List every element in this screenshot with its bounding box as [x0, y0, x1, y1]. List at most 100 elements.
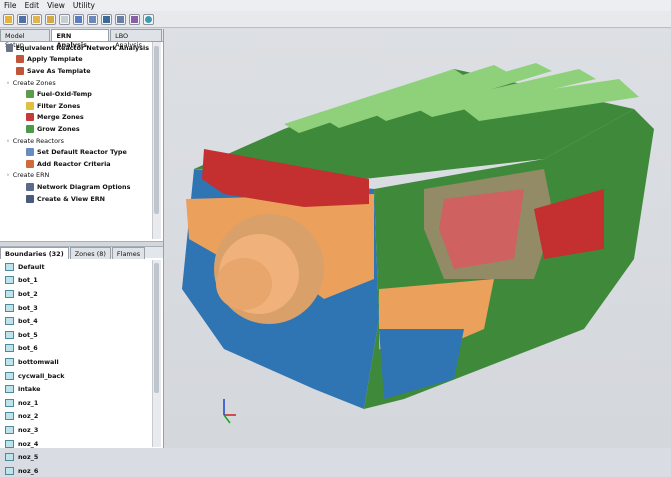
boundary-label: cycwall_back [18, 371, 65, 380]
boundary-label: bot_3 [18, 303, 38, 312]
tree-item-save-template[interactable]: Save As Template [2, 65, 149, 77]
list-item[interactable]: bot_3 [2, 301, 149, 315]
tab-zones[interactable]: Zones (8) [69, 247, 111, 259]
boundary-label: bot_6 [18, 344, 38, 353]
folder-icon[interactable] [31, 13, 42, 25]
list-item[interactable]: Default [2, 260, 149, 274]
boundary-icon [5, 371, 14, 380]
list-scroll-thumb[interactable] [154, 263, 159, 393]
list-item[interactable]: bottomwall [2, 355, 149, 369]
axis-z [223, 414, 231, 424]
boundary-list: Default bot_1 bot_2 bot_3 bot_4 bot_5 bot_6bot… [2, 260, 149, 477]
tree-item-merge-zones[interactable]: Merge Zones [2, 112, 149, 124]
list-item[interactable]: noz_6 [2, 464, 149, 477]
globe-icon[interactable] [143, 13, 154, 25]
tree-item-grow-zones[interactable]: Grow Zones [2, 123, 149, 135]
template-icon [16, 55, 24, 64]
tab-ern-analysis[interactable]: ERN Analysis [51, 29, 110, 49]
tree-item-network-diagram-options[interactable]: Network Diagram Options [2, 181, 149, 193]
ern-tree: Equivalent Reactor Network Analysis Appl… [2, 42, 149, 240]
default-boundary-icon [5, 262, 14, 271]
boundary-icon [5, 398, 14, 407]
boundary-icon [5, 466, 14, 475]
view-icon [26, 194, 34, 203]
boundary-icon [5, 330, 14, 339]
tree-item-add-reactor-criteria[interactable]: Add Reactor Criteria [2, 158, 149, 170]
boundary-label: noz_3 [18, 425, 39, 434]
tree-scrollbar[interactable] [152, 42, 161, 239]
menu-view[interactable]: View [43, 1, 69, 10]
boundary-icon [5, 276, 14, 285]
save-template-icon [16, 66, 24, 75]
list-item[interactable]: noz_3 [2, 423, 149, 437]
toolbar [0, 11, 671, 28]
merge-icon [26, 113, 34, 122]
tree-item-filter-zones[interactable]: Filter Zones [2, 100, 149, 112]
list-item[interactable]: intake [2, 382, 149, 396]
boundary-icon [5, 303, 14, 312]
zones-icon [26, 90, 34, 99]
open-folder-icon[interactable] [3, 13, 14, 25]
boundary-label: noz_2 [18, 412, 39, 421]
list-scrollbar[interactable] [152, 260, 161, 447]
menu-file[interactable]: File [0, 1, 21, 10]
list-item[interactable]: noz_4 [2, 437, 149, 451]
boundary-icon [5, 385, 14, 394]
tree-section-create-reactors[interactable]: ◦ Create Reactors [2, 135, 149, 147]
boundary-label: bot_4 [18, 317, 38, 326]
boundary-icon [5, 357, 14, 366]
left-panel: Model Setup ERN Analysis LBO Analysis Eq… [0, 29, 164, 475]
grow-icon [26, 124, 34, 133]
boundary-label: Default [18, 262, 45, 271]
chart-icon[interactable] [115, 13, 126, 25]
3d-viewport[interactable] [164, 29, 671, 448]
blank-icon[interactable] [59, 13, 70, 25]
tab-lbo-analysis[interactable]: LBO Analysis [110, 29, 162, 49]
boundary-label: bot_2 [18, 289, 38, 298]
save-icon[interactable] [17, 13, 28, 25]
grid-icon[interactable] [73, 13, 84, 25]
tree-item-fuel-oxid-temp[interactable]: Fuel-Oxid-Temp [2, 88, 149, 100]
list-item[interactable]: noz_2 [2, 410, 149, 424]
tab-flames[interactable]: Flames [111, 247, 146, 259]
boundary-label: noz_5 [18, 453, 39, 462]
combustor-model[interactable] [164, 29, 671, 448]
tab-model-setup[interactable]: Model Setup [0, 29, 51, 49]
boundary-icon [5, 317, 14, 326]
tree-item-set-default-reactor[interactable]: Set Default Reactor Type [2, 146, 149, 158]
nozzle-cap [216, 258, 272, 310]
list-item[interactable]: cycwall_back [2, 369, 149, 383]
tab-boundaries[interactable]: Boundaries (32) [0, 247, 69, 259]
boundary-label: bot_1 [18, 276, 38, 285]
expand-icon: ◦ [6, 136, 10, 145]
tree-item-apply-template[interactable]: Apply Template [2, 54, 149, 66]
boundary-label: bottomwall [18, 357, 59, 366]
diagram-icon [26, 182, 34, 191]
list-item[interactable]: noz_5 [2, 450, 149, 464]
boundary-label: noz_6 [18, 466, 39, 475]
bottom-tabs: Boundaries (32) Zones (8) Flames [0, 247, 163, 259]
top-tabs: Model Setup ERN Analysis LBO Analysis [0, 29, 163, 49]
tree-section-create-ern[interactable]: ◦ Create ERN [2, 170, 149, 182]
boundary-icon [5, 289, 14, 298]
menu-utility[interactable]: Utility [69, 1, 99, 10]
list-item[interactable]: bot_1 [2, 274, 149, 288]
mesh-icon[interactable] [87, 13, 98, 25]
image-icon[interactable] [101, 13, 112, 25]
list-item[interactable]: bot_4 [2, 314, 149, 328]
tree-scroll-thumb[interactable] [154, 46, 159, 214]
list-item[interactable]: noz_1 [2, 396, 149, 410]
palette-icon[interactable] [129, 13, 140, 25]
tree-root[interactable]: Equivalent Reactor Network Analysis [2, 42, 149, 54]
boundary-icon [5, 344, 14, 353]
boundary-label: bot_5 [18, 330, 38, 339]
tree-item-create-view-ern[interactable]: Create & View ERN [2, 193, 149, 205]
list-item[interactable]: bot_5 [2, 328, 149, 342]
boundary-icon [5, 412, 14, 421]
tree-section-create-zones[interactable]: ◦ Create Zones [2, 77, 149, 89]
folder-alt-icon[interactable] [45, 13, 56, 25]
list-item[interactable]: bot_6 [2, 342, 149, 356]
list-item[interactable]: bot_2 [2, 287, 149, 301]
menu-edit[interactable]: Edit [21, 1, 44, 10]
boundary-icon [5, 453, 14, 462]
